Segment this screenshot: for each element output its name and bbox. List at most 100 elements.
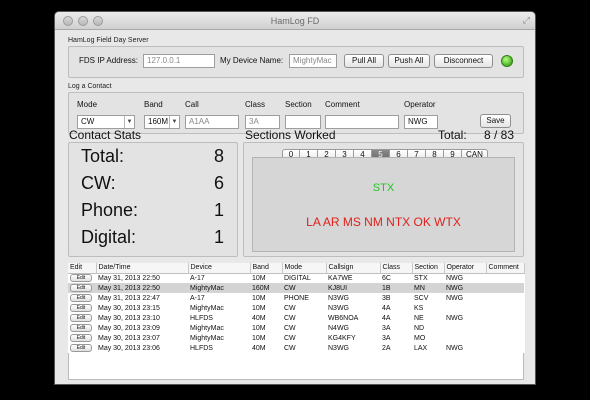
cell-call: N3WG — [328, 304, 349, 312]
sections-total-value: 8 / 83 — [484, 128, 515, 142]
edit-row-button[interactable]: Edit — [70, 304, 92, 312]
disconnect-button[interactable]: Disconnect — [434, 54, 493, 68]
cell-mode: PHONE — [284, 294, 309, 302]
cell-op: NWG — [446, 294, 464, 302]
column-header[interactable]: Callsign — [326, 263, 381, 274]
table-row[interactable]: Edit May 31, 2013 22:47 A-17 10M PHONE N3WG 3B… — [68, 293, 524, 303]
cell-band: 10M — [252, 324, 266, 332]
fullscreen-icon[interactable]: ⤢ — [523, 15, 530, 26]
comment-label: Comment — [325, 100, 360, 109]
cell-band: 10M — [252, 334, 266, 342]
cell-class: 3A — [382, 334, 391, 342]
column-header[interactable]: Operator — [444, 263, 487, 274]
band-label: Band — [144, 100, 163, 109]
call-input[interactable]: A1AA — [185, 115, 239, 129]
cell-call: N3WG — [328, 344, 349, 352]
cell-band: 10M — [252, 274, 266, 282]
stat-total-label: Total: — [81, 146, 125, 166]
cell-section: MO — [414, 334, 426, 342]
operator-input[interactable]: NWG — [404, 115, 438, 129]
cell-dt: May 30, 2013 23:10 — [98, 314, 160, 322]
table-row[interactable]: Edit May 30, 2013 23:10 HLFDS 40M CW WB6NOA 4A… — [68, 313, 524, 323]
stat-total-value: 8 — [213, 146, 224, 166]
cell-class: 4A — [382, 304, 391, 312]
device-name-label: My Device Name: — [220, 56, 284, 65]
cell-band: 10M — [252, 304, 266, 312]
device-name-input[interactable]: MightyMac — [289, 54, 337, 68]
column-header[interactable]: Comment — [486, 263, 525, 274]
cell-call: WB6NOA — [328, 314, 359, 322]
edit-row-button[interactable]: Edit — [70, 274, 92, 283]
table-row[interactable]: Edit May 30, 2013 23:09 MightyMac 10M CW N4WG… — [68, 323, 524, 333]
class-label: Class — [245, 100, 266, 109]
column-header[interactable]: Device — [188, 263, 251, 274]
cell-band: 10M — [252, 294, 266, 302]
cell-device: MightyMac — [190, 334, 224, 342]
column-header[interactable]: Section — [412, 263, 445, 274]
stat-cw-value: 6 — [213, 173, 224, 193]
column-header[interactable]: Edit — [68, 263, 97, 274]
edit-row-button[interactable]: Edit — [70, 324, 92, 332]
stat-phone-label: Phone: — [81, 200, 139, 220]
comment-input[interactable] — [325, 115, 399, 129]
mode-label: Mode — [77, 100, 98, 109]
table-row[interactable]: Edit May 30, 2013 23:07 MightyMac 10M CW KG4K… — [68, 333, 524, 343]
cell-device: MightyMac — [190, 304, 224, 312]
cell-call: KG4KFY — [328, 334, 356, 342]
cell-mode: CW — [284, 344, 296, 352]
cell-dt: May 30, 2013 23:09 — [98, 324, 160, 332]
edit-cell: Edit — [68, 273, 96, 283]
chevron-down-icon: ▼ — [169, 116, 179, 128]
section-input[interactable] — [285, 115, 321, 129]
connection-status-icon — [501, 55, 513, 67]
stat-cw-label: CW: — [81, 173, 116, 193]
cell-band: 40M — [252, 344, 266, 352]
log-table: Edit Date/Time Device Band Mode Callsign Class… — [68, 263, 525, 353]
cell-class: 3A — [382, 324, 391, 332]
edit-row-button[interactable]: Edit — [70, 344, 92, 352]
cell-section: KS — [414, 304, 424, 312]
edit-row-button[interactable]: Edit — [70, 294, 92, 302]
stat-digital-label: Digital: — [81, 227, 137, 247]
cell-section: SCV — [414, 294, 429, 302]
cell-call: KJ8UI — [326, 283, 380, 293]
table-row[interactable]: Edit May 30, 2013 23:15 MightyMac 10M CW N3WG… — [68, 303, 524, 313]
server-group: FDS IP Address: 127.0.0.1 My Device Name… — [68, 46, 524, 78]
table-row[interactable]: Edit May 31, 2013 22:50 A-17 10M DIGITAL KA7W… — [68, 273, 524, 283]
pull-all-button[interactable]: Pull All — [344, 54, 384, 68]
cell-class: 4A — [382, 314, 391, 322]
edit-row-button[interactable]: Edit — [70, 314, 92, 322]
app-window: HamLog FD ⤢ HamLog Field Day Server FDS … — [55, 12, 535, 384]
cell-section: NE — [414, 314, 424, 322]
cell-comment — [486, 283, 524, 293]
column-header[interactable]: Band — [250, 263, 283, 274]
edit-cell: Edit — [68, 343, 96, 353]
table-row[interactable]: Edit May 31, 2013 22:50 MightyMac 160M CW KJ8… — [68, 283, 524, 293]
push-all-button[interactable]: Push All — [388, 54, 430, 68]
cell-class: 1B — [380, 283, 412, 293]
mode-select[interactable]: CW ▼ — [77, 115, 135, 129]
band-select[interactable]: 160M ▼ — [144, 115, 180, 129]
cell-device: A-17 — [190, 274, 205, 282]
operator-label: Operator — [404, 100, 436, 109]
sections-total-label: Total: — [438, 128, 467, 142]
close-window-button[interactable] — [63, 16, 73, 26]
minimize-window-button[interactable] — [78, 16, 88, 26]
column-header[interactable]: Class — [380, 263, 413, 274]
save-button[interactable]: Save — [480, 114, 511, 128]
column-header[interactable]: Mode — [282, 263, 327, 274]
table-row[interactable]: Edit May 30, 2013 23:06 HLFDS 40M CW N3WG 2A LA… — [68, 343, 524, 353]
cell-mode: CW — [282, 283, 326, 293]
sections-worked-heading: Sections Worked — [245, 128, 336, 142]
cell-dt: May 30, 2013 23:07 — [98, 334, 160, 342]
zoom-window-button[interactable] — [93, 16, 103, 26]
fds-ip-input[interactable]: 127.0.0.1 — [143, 54, 215, 68]
edit-cell: Edit — [68, 283, 96, 293]
column-header[interactable]: Date/Time — [96, 263, 189, 274]
edit-row-button[interactable]: Edit — [70, 334, 92, 342]
class-input[interactable]: 3A — [245, 115, 280, 129]
window-title: HamLog FD — [270, 16, 320, 26]
edit-row-button[interactable]: Edit — [70, 284, 92, 292]
sections-worked-panel: 0 1 2 3 4 5 6 7 8 9 CAN STX LA AR MS NM NTX OK WTX — [243, 142, 524, 257]
cell-device: HLFDS — [190, 344, 213, 352]
